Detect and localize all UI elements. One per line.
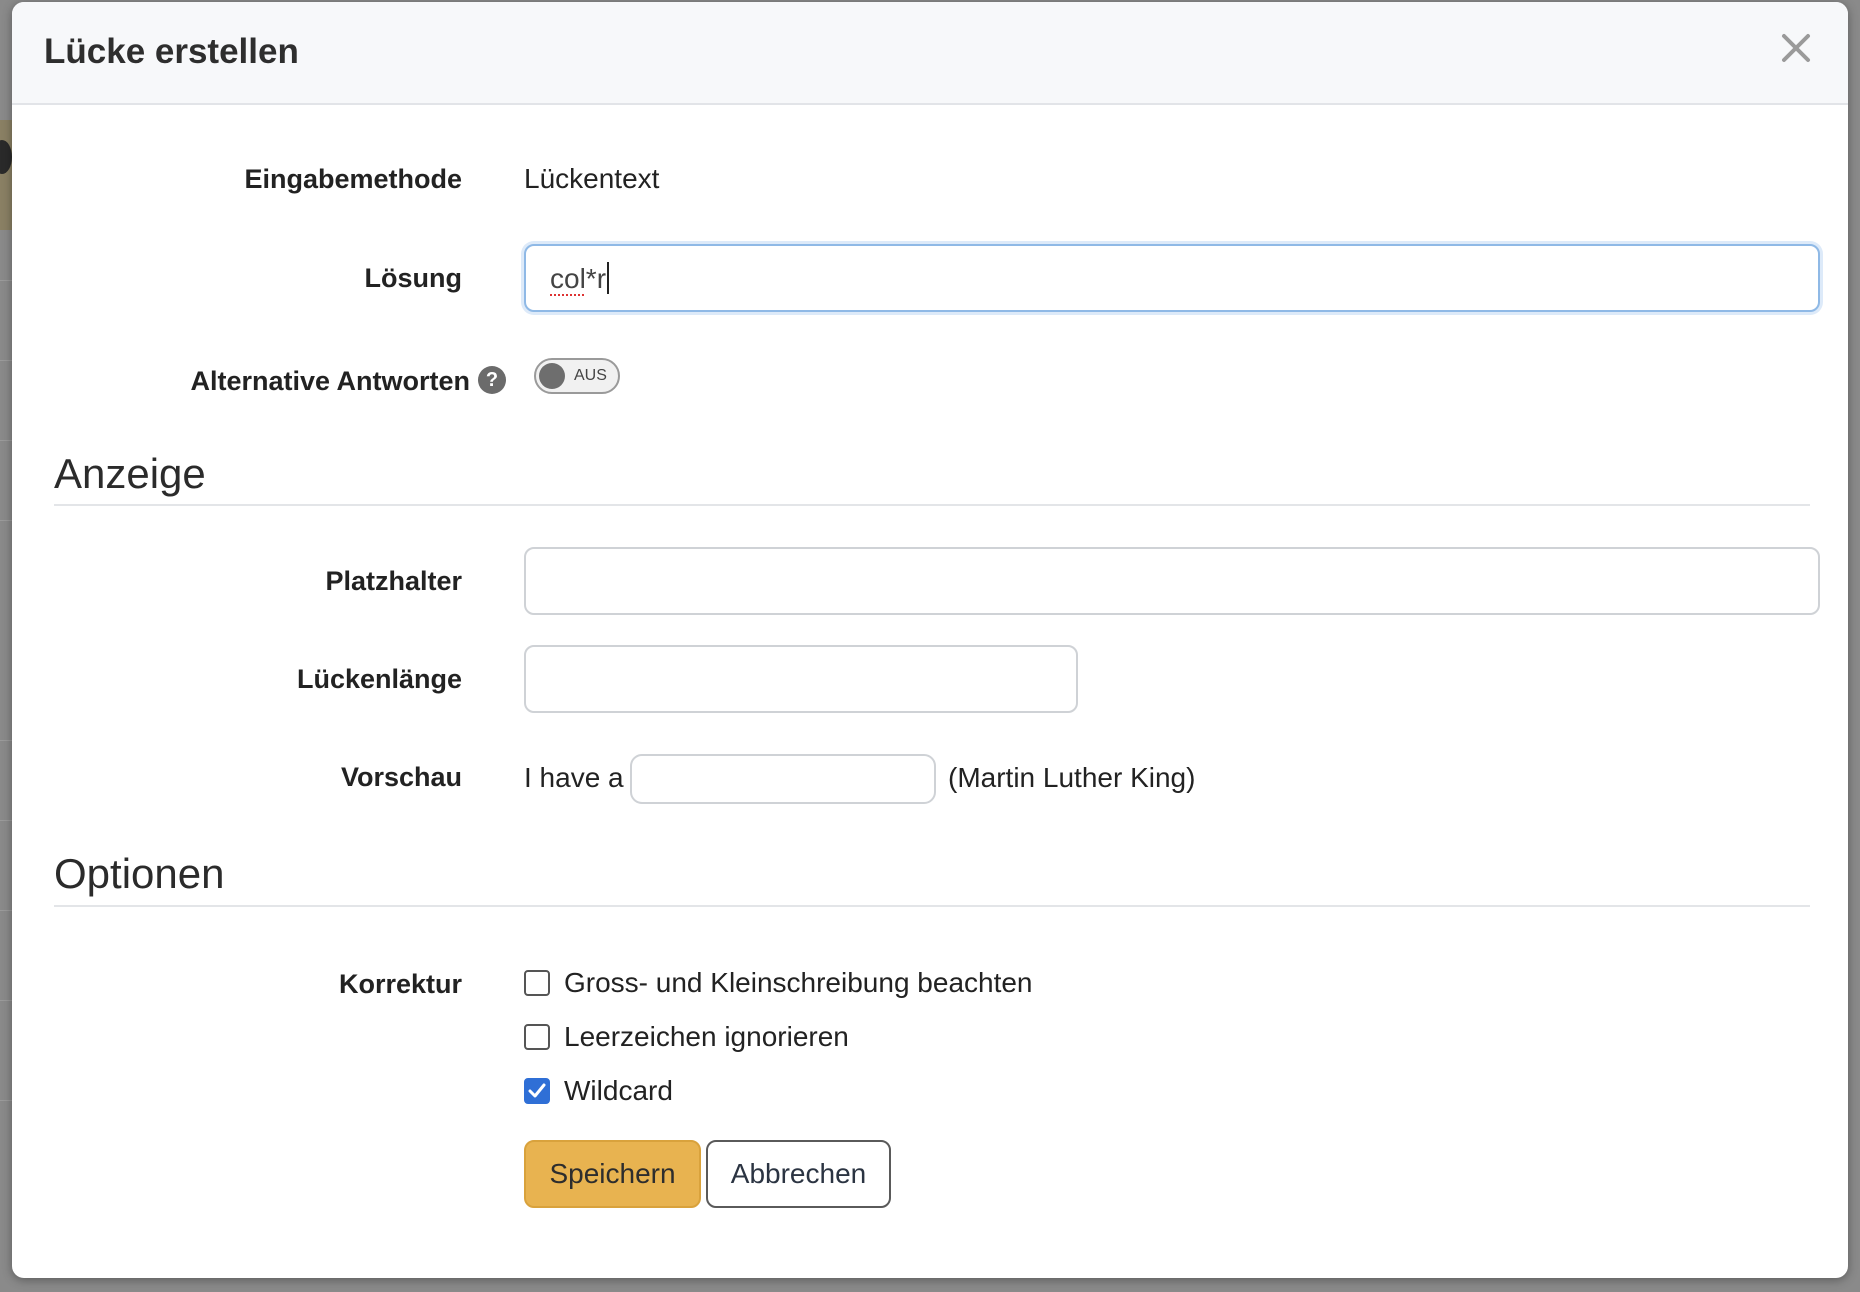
toggle-knob [539,363,565,389]
solution-input-rest: *r [585,263,607,294]
ignore-spaces-label[interactable]: Leerzeichen ignorieren [564,1021,849,1053]
display-section-title: Anzeige [54,450,206,497]
background-highlight [0,120,12,230]
gap-length-label: Lückenlänge [296,664,462,694]
wildcard-checkbox[interactable] [524,1078,550,1104]
section-divider [54,504,1810,506]
text-caret [607,262,610,294]
wildcard-label[interactable]: Wildcard [564,1075,673,1107]
correction-label: Korrektur [338,969,462,999]
question-circle-icon[interactable]: ? [478,366,506,394]
placeholder-input[interactable] [524,547,1820,615]
case-sensitive-label[interactable]: Gross- und Kleinschreibung beachten [564,967,1033,999]
solution-input[interactable]: col*r [524,244,1820,312]
close-button[interactable] [1774,26,1818,70]
toggle-state-text: AUS [574,367,607,384]
input-method-label: Eingabemethode [244,164,462,194]
create-gap-dialog: Lücke erstellen Eingabemethode Lückentex… [12,2,1848,1278]
ignore-spaces-checkbox[interactable] [524,1024,550,1050]
dialog-header: Lücke erstellen [12,2,1848,105]
gap-length-input[interactable] [524,645,1078,713]
spellcheck-underlined-text: col [550,263,586,294]
save-button[interactable]: Speichern [524,1140,701,1208]
input-method-value: Lückentext [524,163,660,194]
preview-label: Vorschau [340,762,462,792]
options-section-title: Optionen [54,850,225,897]
close-icon [1782,34,1810,62]
check-icon [528,1083,546,1098]
preview-text-before: I have a [524,762,624,793]
alternative-answers-toggle[interactable]: AUS [534,358,620,394]
solution-input-value: col*r [550,262,610,295]
case-sensitive-checkbox[interactable] [524,970,550,996]
alternative-answers-label: Alternative Antworten [190,366,470,396]
cancel-button[interactable]: Abbrechen [706,1140,891,1208]
placeholder-label: Platzhalter [325,566,462,596]
dialog-title: Lücke erstellen [44,32,299,71]
solution-label: Lösung [364,263,462,293]
preview-gap-input[interactable] [630,754,936,804]
section-divider [54,905,1810,907]
preview-text-after: (Martin Luther King) [948,762,1196,793]
